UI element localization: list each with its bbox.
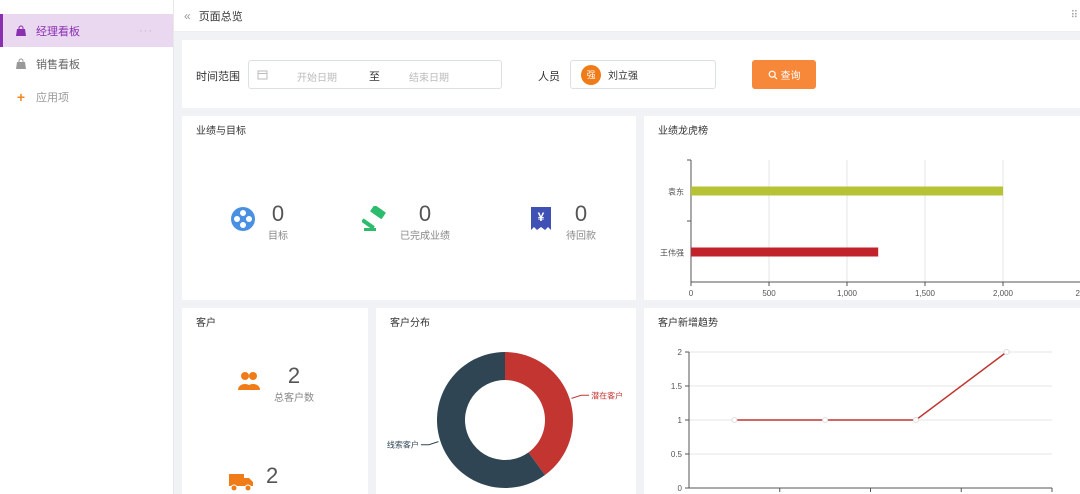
x-tick-label: 0 [689,289,694,298]
x-tick-label: 500 [762,289,776,298]
page-header: « 页面总览 ⠿ [174,0,1080,32]
avatar: 强 [581,64,601,85]
performance-panel: 业绩与目标 0 目标 0 已完成业绩 ¥ 0 待回款 [182,116,636,300]
stat-total-customers: 2 总客户数 [236,364,314,404]
trend-panel: 客户新增趋势 0 0.5 1 1.5 2 [644,308,1080,494]
date-range-picker[interactable]: 开始日期 至 结束日期 [248,60,502,89]
data-point [912,417,919,423]
person-value: 刘立强 [608,71,638,82]
start-date-input[interactable]: 开始日期 [297,69,337,84]
category-label: 袁东 [668,187,684,197]
person-select[interactable]: 强 刘立强 [570,60,716,89]
bar [691,186,1003,196]
truck-icon [229,474,253,492]
data-point [731,417,738,423]
stat-receivable: ¥ 0 待回款 [528,202,596,242]
y-tick-label: 0 [678,484,683,493]
sidebar-item-sales-board[interactable]: 销售看板 [0,47,173,80]
bag-icon [14,57,28,71]
range-separator: 至 [369,71,380,83]
stat-value: 0 [574,201,588,226]
sidebar-item-label: 应用项 [36,91,69,104]
sidebar-item-manager-board[interactable]: 经理看板 ··· [0,14,173,47]
stat-value: 2 [266,463,279,488]
slice-label: 潜在客户 [591,390,623,400]
stat-value: 0 [418,201,432,226]
query-button-label: 查询 [780,71,801,82]
filter-bar: 时间范围 开始日期 至 结束日期 人员 强 刘立强 查询 [182,40,1080,108]
gavel-icon [362,206,386,231]
more-icon[interactable]: ··· [139,25,153,37]
slice-label: 线索客户 [387,440,419,450]
data-point [822,417,829,423]
stat-label: 待回款 [566,231,596,242]
y-tick-label: 1.5 [671,382,683,391]
y-tick-label: 0.5 [671,450,683,459]
query-button[interactable]: 查询 [752,60,816,89]
trend-line-chart: 0 0.5 1 1.5 2 [671,348,1053,493]
users-icon [238,372,260,390]
ranking-panel: 业绩龙虎榜 05001,0001,5002,0002,5袁东王伟强 [644,116,1080,300]
stat-target: 0 目标 [230,202,288,242]
x-tick-label: 1,500 [915,289,936,298]
y-tick-label: 1 [678,416,683,425]
x-tick-label: 2,5 [1075,289,1080,298]
category-label: 王伟强 [660,248,684,258]
y-tick-label: 2 [678,348,683,357]
bag-icon [14,24,28,38]
sidebar-top [0,0,173,14]
stat-completed: 0 已完成业绩 [362,202,450,242]
collapse-icon[interactable]: « [184,9,191,23]
slice-leader-line [571,394,590,399]
sidebar-item-apps[interactable]: + 应用项 [0,80,173,113]
x-tick-label: 2,000 [993,289,1014,298]
stat-label: 目标 [268,231,288,242]
panel-title: 业绩与目标 [196,126,246,137]
time-range-label: 时间范围 [196,71,240,83]
stat-value: 0 [271,201,285,226]
page-title: 页面总览 [198,10,243,23]
plus-icon: + [16,88,26,105]
donut-slice [505,352,573,476]
calendar-icon [257,69,268,83]
search-icon [768,70,777,79]
slice-leader-line [420,441,439,446]
data-point [1003,349,1010,355]
stat-label: 已完成业绩 [400,231,450,242]
distribution-panel: 客户分布 潜在客户 线索客户 [376,308,636,494]
sidebar-item-label: 经理看板 [36,25,80,38]
sidebar-item-label: 销售看板 [36,58,80,71]
person-label: 人员 [538,71,560,83]
stat-label: 总客户数 [274,393,314,404]
bar [691,247,879,257]
x-tick-label: 1,000 [837,289,858,298]
sidebar: 经理看板 ··· 销售看板 + 应用项 [0,0,174,494]
stat-customers-second: 2 [228,464,278,494]
panel-title: 客户 [196,318,216,329]
customers-panel: 客户 2 总客户数 2 [182,308,368,494]
svg-text:¥: ¥ [538,210,545,224]
distribution-donut-chart: 潜在客户线索客户 [387,352,623,488]
end-date-input[interactable]: 结束日期 [409,69,449,84]
drag-handle-icon[interactable]: ⠿ [1071,10,1078,21]
yuan-receipt-icon: ¥ [531,207,551,230]
ranking-bar-chart: 0 500 1,000 1,500 2,000 2,5 袁东王伟强 [660,159,1080,298]
film-reel-icon [231,207,255,231]
stat-value: 2 [287,363,301,388]
